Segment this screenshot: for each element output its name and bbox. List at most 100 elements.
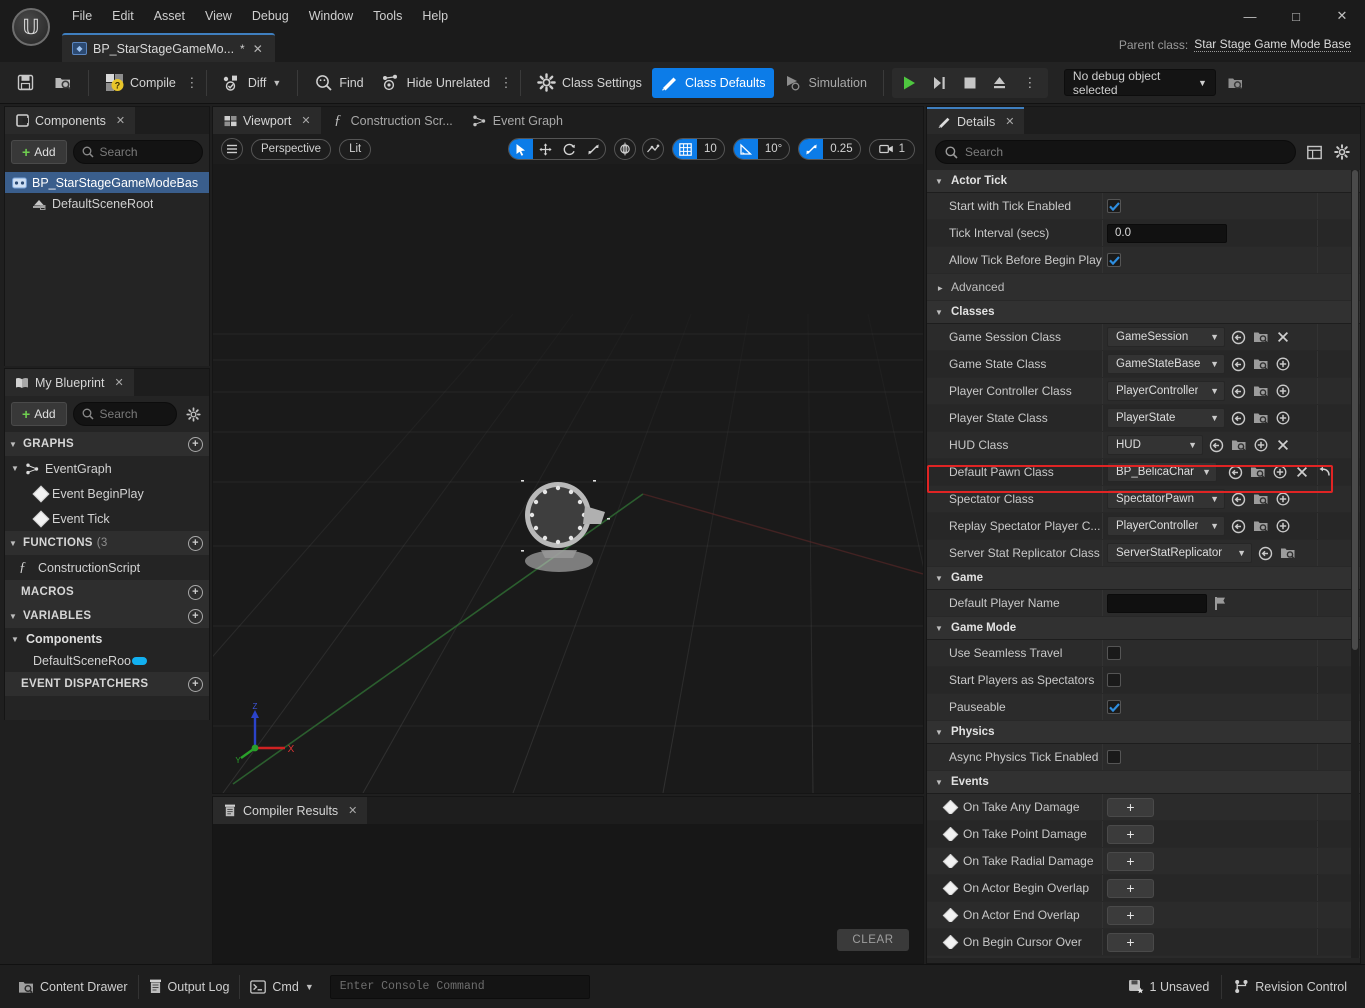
tab-event-graph[interactable]: Event Graph [462, 107, 573, 134]
scale-icon[interactable] [581, 139, 605, 159]
details-scrollbar[interactable] [1351, 170, 1359, 958]
browse-asset-icon[interactable] [1252, 410, 1269, 427]
add-event-button[interactable]: + [1107, 851, 1154, 871]
gear-icon[interactable] [183, 404, 203, 424]
simulation-button[interactable]: Simulation [776, 68, 875, 98]
checkbox-start-with-tick-enabled[interactable] [1107, 199, 1121, 213]
columns-icon[interactable] [1304, 142, 1324, 162]
list-item-components-category[interactable]: ▼ Components [5, 628, 209, 650]
select-icon[interactable] [509, 139, 534, 159]
details-section-classes[interactable]: ▼ Classes [927, 301, 1360, 324]
camera-speed-control[interactable]: 1 [868, 138, 915, 160]
minimize-button[interactable]: — [1227, 0, 1273, 32]
tab-my-blueprint[interactable]: My Blueprint ✕ [5, 369, 134, 396]
close-icon[interactable]: ✕ [114, 376, 123, 389]
add-macro-button[interactable]: + [188, 584, 203, 600]
content-drawer-button[interactable]: Content Drawer [8, 974, 138, 1000]
tab-viewport[interactable]: Viewport ✕ [213, 107, 321, 134]
class-picker-default-pawn[interactable]: BP_BelicaChar ▼ [1107, 462, 1217, 482]
myblueprint-search-input[interactable]: Search [72, 402, 177, 426]
add-event-button[interactable]: + [1107, 905, 1154, 925]
checkbox-start-players-as-spectators[interactable] [1107, 673, 1121, 687]
component-row-root[interactable]: BP_StarStageGameModeBas [5, 172, 209, 193]
browse-back-icon[interactable] [1257, 545, 1274, 562]
add-event-button[interactable]: + [1107, 824, 1154, 844]
browse-back-icon[interactable] [1230, 383, 1247, 400]
clear-x-icon[interactable] [1274, 329, 1291, 346]
gear-icon[interactable] [1332, 142, 1352, 162]
unsaved-button[interactable]: 1 Unsaved [1118, 974, 1220, 1000]
add-event-button[interactable]: + [1107, 878, 1154, 898]
debug-object-selector[interactable]: No debug object selected ▼ [1063, 69, 1216, 97]
new-asset-icon[interactable] [1274, 518, 1291, 535]
hide-unrelated-button[interactable]: Hide Unrelated [374, 68, 498, 98]
close-window-button[interactable]: ✕ [1319, 0, 1365, 32]
diff-button[interactable]: Diff ▼ [215, 68, 289, 98]
new-asset-icon[interactable] [1252, 437, 1269, 454]
close-icon[interactable]: ✕ [116, 114, 125, 127]
class-picker-game-session[interactable]: GameSession ▼ [1107, 327, 1225, 347]
add-graph-button[interactable]: + [188, 436, 203, 452]
stop-button[interactable] [956, 70, 984, 96]
surface-snap-icon[interactable] [642, 138, 665, 160]
checkbox-allow-tick-before-begin-play[interactable] [1107, 253, 1121, 267]
section-variables[interactable]: ▼ VARIABLES + [5, 604, 209, 628]
clear-x-icon[interactable] [1293, 464, 1310, 481]
transport-kebab[interactable]: ⋮ [1016, 70, 1044, 96]
tab-components[interactable]: Components ✕ [5, 107, 136, 134]
world-coords-icon[interactable] [614, 138, 637, 160]
compile-options-kebab[interactable]: ⋮ [185, 75, 198, 91]
perspective-dropdown[interactable]: Perspective [251, 138, 332, 160]
details-search-input[interactable]: Search [935, 140, 1296, 164]
details-section-events[interactable]: ▼ Events [927, 771, 1360, 794]
menu-item-window[interactable]: Window [299, 6, 363, 26]
localize-icon[interactable] [1212, 595, 1229, 612]
tab-construction-script[interactable]: ƒ Construction Scr... [320, 107, 463, 134]
new-asset-icon[interactable] [1274, 356, 1291, 373]
menu-item-debug[interactable]: Debug [242, 6, 299, 26]
rotate-icon[interactable] [557, 139, 581, 159]
cmd-selector[interactable]: Cmd ▼ [240, 974, 323, 1000]
menu-item-help[interactable]: Help [412, 6, 458, 26]
hamburger-icon[interactable] [221, 138, 243, 160]
browse-asset-icon[interactable] [1230, 437, 1247, 454]
move-icon[interactable] [533, 139, 557, 159]
menu-item-view[interactable]: View [195, 6, 242, 26]
hide-unrelated-kebab[interactable]: ⋮ [500, 75, 513, 91]
close-icon[interactable]: ✕ [301, 114, 310, 127]
component-row-defaultsceneroot[interactable]: DefaultSceneRoot [5, 193, 209, 214]
class-picker-replay-spectator[interactable]: PlayerController ▼ [1107, 516, 1225, 536]
add-function-button[interactable]: + [188, 535, 203, 551]
checkbox-use-seamless-travel[interactable] [1107, 646, 1121, 660]
grid-icon[interactable] [673, 139, 698, 159]
add-variable-button[interactable]: + [188, 608, 203, 624]
play-button[interactable] [896, 70, 924, 96]
browse-back-icon[interactable] [1227, 464, 1244, 481]
close-icon[interactable]: ✕ [1005, 115, 1014, 128]
maximize-button[interactable]: □ [1273, 0, 1319, 32]
add-event-dispatcher-button[interactable]: + [188, 676, 203, 692]
class-settings-button[interactable]: Class Settings [529, 68, 650, 98]
close-icon[interactable]: ✕ [348, 804, 357, 817]
details-section-game[interactable]: ▼ Game [927, 567, 1360, 590]
revision-control-button[interactable]: Revision Control [1224, 974, 1357, 1000]
clear-button[interactable]: CLEAR [837, 929, 909, 951]
browse-back-icon[interactable] [1230, 491, 1247, 508]
browse-asset-icon[interactable] [1252, 491, 1269, 508]
step-button[interactable] [926, 70, 954, 96]
details-section-physics[interactable]: ▼ Physics [927, 721, 1360, 744]
menu-item-asset[interactable]: Asset [144, 6, 195, 26]
details-scrollbar-thumb[interactable] [1352, 170, 1358, 650]
list-item-variable-defaultsceneroot[interactable]: DefaultSceneRoo [5, 650, 209, 672]
details-section-actor-tick[interactable]: ▼ Actor Tick [927, 170, 1360, 193]
view-mode-dropdown[interactable]: Lit [339, 138, 372, 160]
class-picker-hud[interactable]: HUD ▼ [1107, 435, 1203, 455]
new-asset-icon[interactable] [1274, 491, 1291, 508]
eject-button[interactable] [986, 70, 1014, 96]
list-item-constructionscript[interactable]: ƒ ConstructionScript [5, 555, 209, 580]
clear-x-icon[interactable] [1274, 437, 1291, 454]
browse-back-icon[interactable] [1230, 329, 1247, 346]
list-item-eventgraph[interactable]: ▼ EventGraph [5, 456, 209, 481]
checkbox-async-physics-tick-enabled[interactable] [1107, 750, 1121, 764]
document-tab-blueprint[interactable]: ◆ BP_StarStageGameMo... * ✕ [62, 33, 275, 62]
